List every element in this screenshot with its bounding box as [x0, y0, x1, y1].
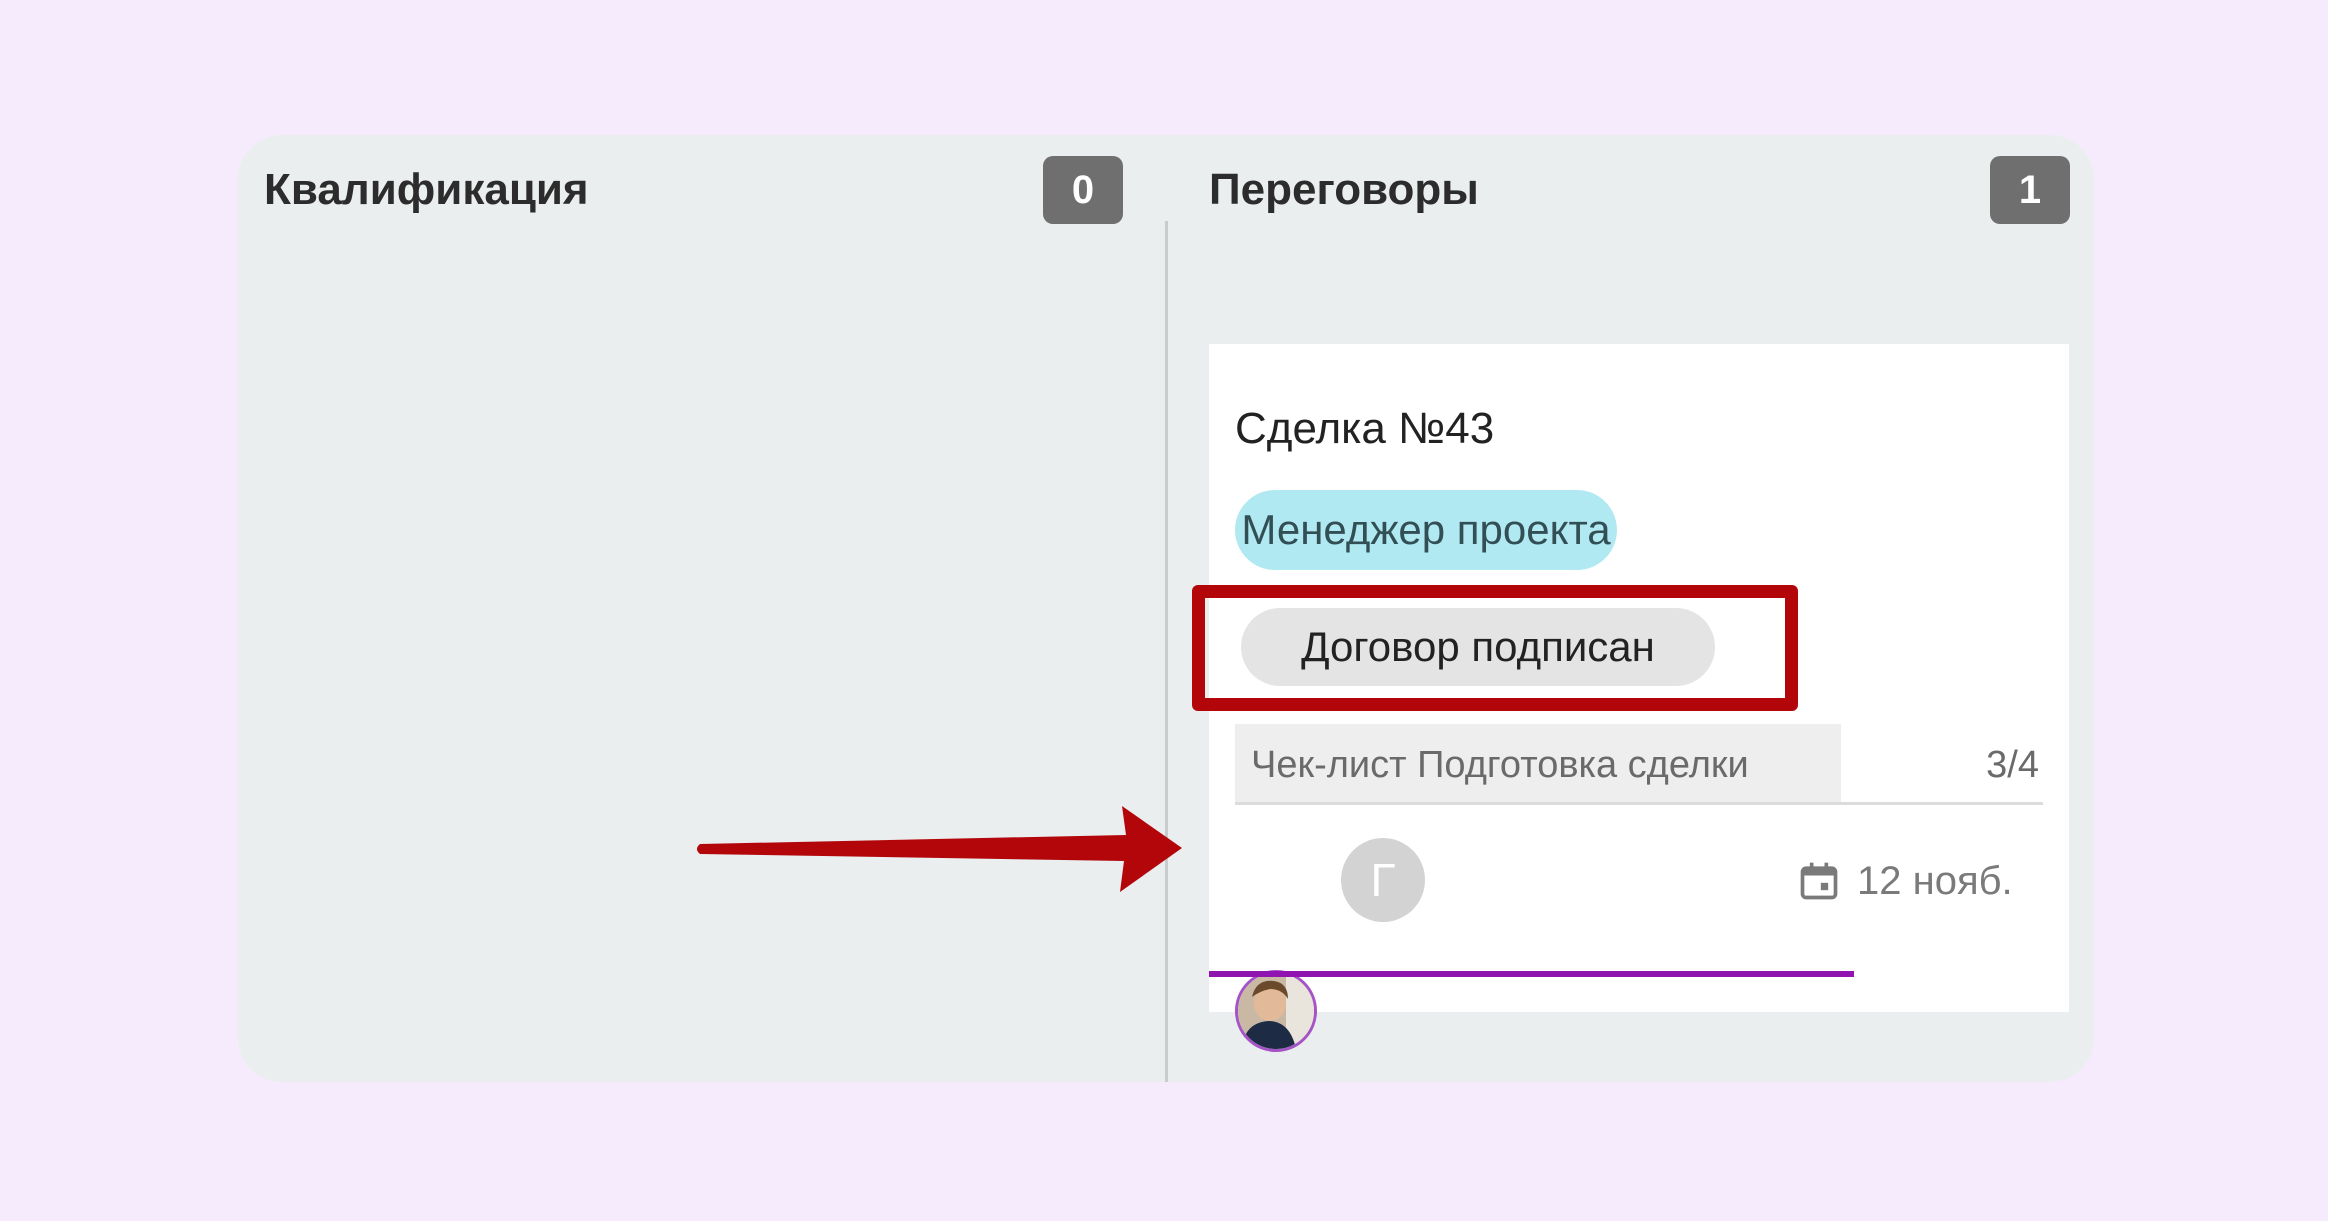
kanban-board: Квалификация 0 Переговоры 1 Сделка №43 М…: [238, 135, 2094, 1082]
column-count-badge-qualification: 0: [1043, 156, 1123, 224]
deal-title[interactable]: Сделка №43: [1235, 407, 1494, 451]
user-initial-avatar[interactable]: Г: [1341, 838, 1425, 922]
tag-project-manager[interactable]: Менеджер проекта: [1235, 490, 1617, 570]
highlight-box-annotation: [1192, 585, 1798, 711]
user-photo-icon: [1238, 973, 1314, 1049]
due-date[interactable]: 12 нояб.: [1797, 856, 2013, 906]
checklist-count: 3/4: [1986, 744, 2039, 786]
calendar-icon: [1800, 862, 1838, 900]
column-title-negotiations: Переговоры: [1209, 165, 1479, 214]
column-count-badge-negotiations: 1: [1990, 156, 2070, 224]
card-accent-line: [1209, 971, 1854, 977]
user-photo-avatar[interactable]: [1235, 970, 1317, 1052]
checklist-bar[interactable]: Чек-лист Подготовка сделки 3/4: [1235, 724, 2043, 805]
arrow-annotation: [697, 806, 1182, 892]
checklist-label: Чек-лист Подготовка сделки: [1251, 744, 1749, 786]
due-date-text: 12 нояб.: [1857, 859, 2013, 903]
column-divider: [1165, 221, 1168, 1082]
column-title-qualification: Квалификация: [264, 165, 589, 214]
